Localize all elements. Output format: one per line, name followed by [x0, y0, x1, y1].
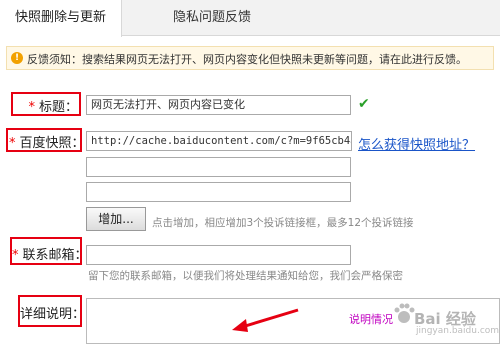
- snapshot-url-input-2[interactable]: [86, 157, 351, 177]
- title-input[interactable]: 网页无法打开、网页内容已变化: [86, 95, 351, 115]
- annotation-text: 说明情况: [349, 313, 393, 326]
- detail-label: 详细说明：: [20, 307, 86, 322]
- email-label: * 联系邮箱：: [12, 248, 88, 263]
- add-hint-text: 点击增加，相应增加3个投诉链接框，最多12个投诉链接: [152, 217, 414, 229]
- add-link-button[interactable]: 增加...: [86, 207, 146, 231]
- snapshot-url-input[interactable]: http://cache.baiducontent.com/c?m=9f65cb…: [86, 131, 352, 151]
- watermark-url: jingyan.baidu.com: [416, 326, 500, 336]
- email-input[interactable]: [86, 245, 351, 265]
- annotation-arrow-icon: [232, 308, 299, 332]
- notice-text: 反馈须知：搜索结果网页无法打开、网页内容变化但快照未更新等问题，请在此进行反馈。: [27, 53, 467, 66]
- tab-bar: 快照删除与更新 隐私问题反馈: [0, 0, 500, 37]
- title-label: * 标题：: [28, 100, 78, 115]
- snapshot-url-input-3[interactable]: [86, 182, 351, 202]
- snapshot-help-link[interactable]: 怎么获得快照地址？: [358, 134, 475, 153]
- tab-privacy-feedback[interactable]: 隐私问题反馈: [152, 0, 272, 36]
- tab-snapshot-delete-update[interactable]: 快照删除与更新: [0, 0, 122, 37]
- valid-check-icon: ✔: [358, 96, 370, 112]
- exclamation-icon: !: [11, 52, 23, 64]
- snapshot-label: * 百度快照：: [9, 136, 85, 151]
- notice-banner: ! 反馈须知：搜索结果网页无法打开、网页内容变化但快照未更新等问题，请在此进行反…: [6, 46, 494, 70]
- baidu-jingyan-watermark: Bai 经验 jingyan.baidu.com: [392, 288, 500, 342]
- email-hint-text: 留下您的联系邮箱，以便我们将处理结果通知给您，我们会严格保密: [88, 270, 403, 282]
- paw-icon: [394, 303, 415, 323]
